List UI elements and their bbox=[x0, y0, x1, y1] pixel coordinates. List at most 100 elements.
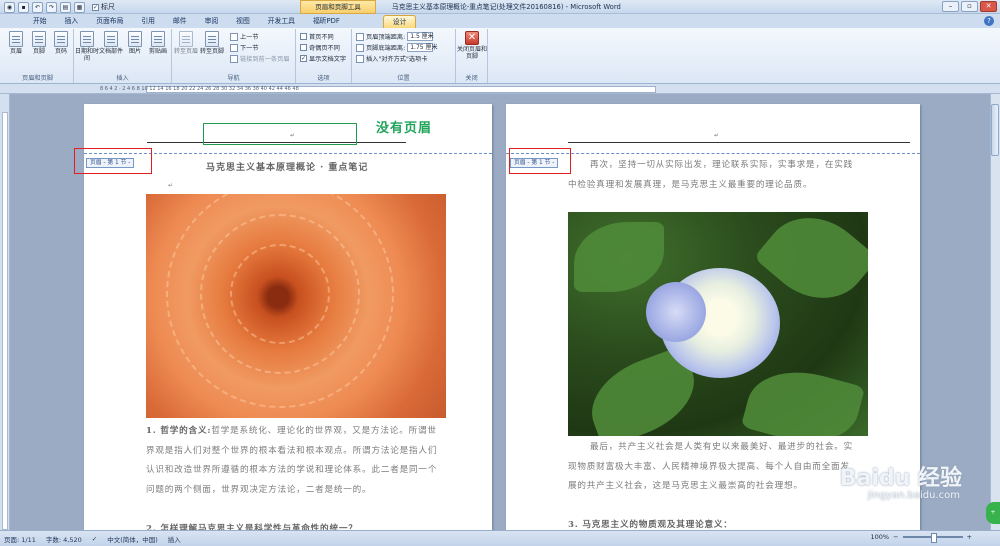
paragraph-mark: ↵ bbox=[168, 182, 174, 189]
zoom-in-icon[interactable]: + bbox=[967, 533, 972, 541]
tab-foxit-pdf[interactable]: 福昕PDF bbox=[304, 15, 349, 28]
page-number-button[interactable]: 页码 bbox=[49, 31, 73, 55]
header-distance-icon bbox=[356, 32, 364, 41]
header-distance-input[interactable]: 1.5 厘米 bbox=[407, 32, 434, 41]
quick-parts-label: 文档部件 bbox=[99, 48, 124, 55]
tab-references[interactable]: 引用 bbox=[132, 15, 164, 28]
tab-mailings[interactable]: 邮件 bbox=[164, 15, 196, 28]
body-paragraph-2: 最后，共产主义社会是人类有史以来最美好、最进步的社会。实现物质财富极大丰富、人民… bbox=[568, 442, 854, 491]
language[interactable]: 中文(简体，中国) bbox=[107, 534, 158, 544]
watermark-logo: Baidu 经验 bbox=[839, 466, 962, 491]
print-icon[interactable]: ▤ bbox=[60, 1, 71, 13]
chrysanthemum-image[interactable] bbox=[146, 194, 446, 418]
group-insert: 日期和时间 文档部件 图片 剪贴画 插入 bbox=[74, 29, 172, 83]
picture-icon bbox=[128, 31, 142, 47]
alignment-tab-icon bbox=[356, 54, 364, 63]
body-paragraph-3: 3. 马克思主义的物质观及其理论意义： bbox=[568, 520, 733, 530]
footer-distance-input[interactable]: 1.75 厘米 bbox=[407, 43, 438, 52]
help-icon[interactable]: ? bbox=[984, 16, 994, 26]
word-count[interactable]: 字数: 4,520 bbox=[46, 534, 82, 544]
hydrangea-bloom bbox=[646, 282, 706, 342]
goto-footer-icon bbox=[205, 31, 219, 47]
body-paragraph-2: 2. 怎样理解马克思主义是科学性与革命性的统一？ bbox=[146, 524, 358, 530]
next-section-label: 下一节 bbox=[240, 45, 259, 52]
date-time-label: 日期和时间 bbox=[75, 48, 100, 62]
tab-insert[interactable]: 插入 bbox=[56, 15, 88, 28]
checkbox-checked-icon[interactable]: ✓ bbox=[92, 3, 99, 11]
body-paragraph-1: 再次，坚持一切从实际出发，理论联系实际，实事求是，在实践中检验真理和发展真理，是… bbox=[568, 160, 854, 190]
header-icon bbox=[9, 31, 23, 47]
group-close: ✕ 关闭页眉和页脚 关闭 bbox=[456, 29, 488, 83]
clipart-button[interactable]: 剪贴画 bbox=[146, 31, 170, 55]
insert-mode[interactable]: 插入 bbox=[168, 534, 181, 544]
footer-distance-row: 页脚底端距离: 1.75 厘米 bbox=[356, 43, 438, 52]
redo-icon[interactable]: ↷ bbox=[46, 1, 57, 13]
group-header-footer: 页眉 页脚 页码 页眉和页脚 bbox=[2, 29, 74, 83]
vertical-ruler-strip bbox=[2, 112, 8, 530]
checkbox-checked-icon[interactable]: ✓ bbox=[300, 55, 307, 62]
next-section-button[interactable]: 下一节 bbox=[230, 43, 259, 52]
arrow-down-icon bbox=[230, 43, 238, 52]
zoom-slider[interactable] bbox=[902, 533, 963, 543]
save-icon[interactable]: ▪ bbox=[18, 1, 29, 13]
tab-design[interactable]: 设计 bbox=[382, 15, 417, 28]
maximize-icon[interactable]: ▫ bbox=[961, 1, 978, 12]
page-count[interactable]: 页面: 1/11 bbox=[4, 534, 36, 544]
undo-icon[interactable]: ↶ bbox=[32, 1, 43, 13]
footer-distance-label: 页脚底端距离: bbox=[366, 45, 406, 52]
page-number-icon bbox=[54, 31, 68, 47]
close-red-x-icon: ✕ bbox=[465, 31, 479, 45]
goto-footer-button[interactable]: 转至页脚 bbox=[200, 31, 224, 55]
quick-parts-button[interactable]: 文档部件 bbox=[99, 31, 123, 55]
show-document-text-option[interactable]: ✓ 显示文档文字 bbox=[300, 54, 346, 63]
goto-header-button[interactable]: 转至页眉 bbox=[174, 31, 198, 55]
calendar-icon bbox=[80, 31, 94, 47]
footer-icon bbox=[32, 31, 46, 47]
checkbox-icon[interactable] bbox=[300, 44, 307, 51]
date-time-button[interactable]: 日期和时间 bbox=[75, 31, 99, 62]
group-label: 位置 bbox=[397, 75, 410, 82]
minimize-icon[interactable]: – bbox=[942, 1, 959, 12]
picture-button[interactable]: 图片 bbox=[123, 31, 147, 55]
group-position: 页眉顶端距离: 1.5 厘米 页脚底端距离: 1.75 厘米 插入"对齐方式"选项卡… bbox=[352, 29, 456, 83]
hydrangea-image[interactable] bbox=[568, 212, 868, 436]
close-header-footer-button[interactable]: ✕ 关闭页眉和页脚 bbox=[457, 31, 487, 60]
page-number-label: 页码 bbox=[54, 48, 67, 55]
previous-section-button[interactable]: 上一节 bbox=[230, 32, 259, 41]
highlight-box-page1 bbox=[74, 148, 152, 174]
body-paragraph-1: 1. 哲学的含义:哲学是系统化、理论化的世界观，又是方法论。所谓世界观是指人们对… bbox=[146, 422, 446, 500]
tab-view[interactable]: 视图 bbox=[227, 15, 259, 28]
leaf bbox=[574, 222, 664, 292]
previous-section-label: 上一节 bbox=[240, 34, 259, 41]
zoom-out-icon[interactable]: − bbox=[893, 533, 898, 541]
clipart-label: 剪贴画 bbox=[148, 48, 167, 55]
group-label: 插入 bbox=[116, 75, 129, 82]
paragraph-label: 1. 哲学的含义: bbox=[146, 426, 212, 436]
checkbox-icon[interactable] bbox=[300, 33, 307, 40]
scrollbar-thumb[interactable] bbox=[991, 104, 999, 156]
group-label: 关闭 bbox=[465, 75, 478, 82]
document-title: 马克思主义基本原理概论-重点笔记(处理文件20160816) - Microso… bbox=[392, 3, 621, 11]
ruler-toggle[interactable]: ✓ 标尺 bbox=[92, 2, 115, 12]
footer-button[interactable]: 页脚 bbox=[27, 31, 51, 55]
header-button[interactable]: 页眉 bbox=[4, 31, 28, 55]
tab-review[interactable]: 审阅 bbox=[196, 15, 228, 28]
link-previous-button[interactable]: 链接到前一条页眉 bbox=[230, 54, 290, 63]
spellcheck-icon[interactable]: ✓ bbox=[92, 535, 97, 543]
group-navigation: 转至页眉 转至页脚 上一节 下一节 链接到前一条页眉 导航 bbox=[172, 29, 296, 83]
tab-page-layout[interactable]: 页面布局 bbox=[87, 15, 132, 28]
zoom-level[interactable]: 100% bbox=[871, 533, 890, 541]
clipart-icon bbox=[151, 31, 165, 47]
window-controls: – ▫ ✕ bbox=[942, 1, 997, 12]
side-badge-icon[interactable]: + bbox=[986, 502, 1000, 524]
vertical-scrollbar[interactable] bbox=[990, 94, 1000, 530]
different-first-page-option[interactable]: 首页不同 bbox=[300, 32, 334, 41]
ruler-ticks: 8 6 4 2 · 2 4 6 8 10 12 14 16 18 20 22 2… bbox=[100, 86, 299, 92]
tab-home[interactable]: 开始 bbox=[24, 15, 56, 28]
preview-icon[interactable]: ▦ bbox=[74, 1, 85, 13]
office-button-icon[interactable]: ◉ bbox=[4, 1, 15, 13]
close-window-icon[interactable]: ✕ bbox=[980, 1, 997, 12]
different-odd-even-option[interactable]: 奇偶页不同 bbox=[300, 43, 340, 52]
insert-alignment-tab-button[interactable]: 插入"对齐方式"选项卡 bbox=[356, 54, 427, 63]
tab-developer[interactable]: 开发工具 bbox=[259, 15, 304, 28]
